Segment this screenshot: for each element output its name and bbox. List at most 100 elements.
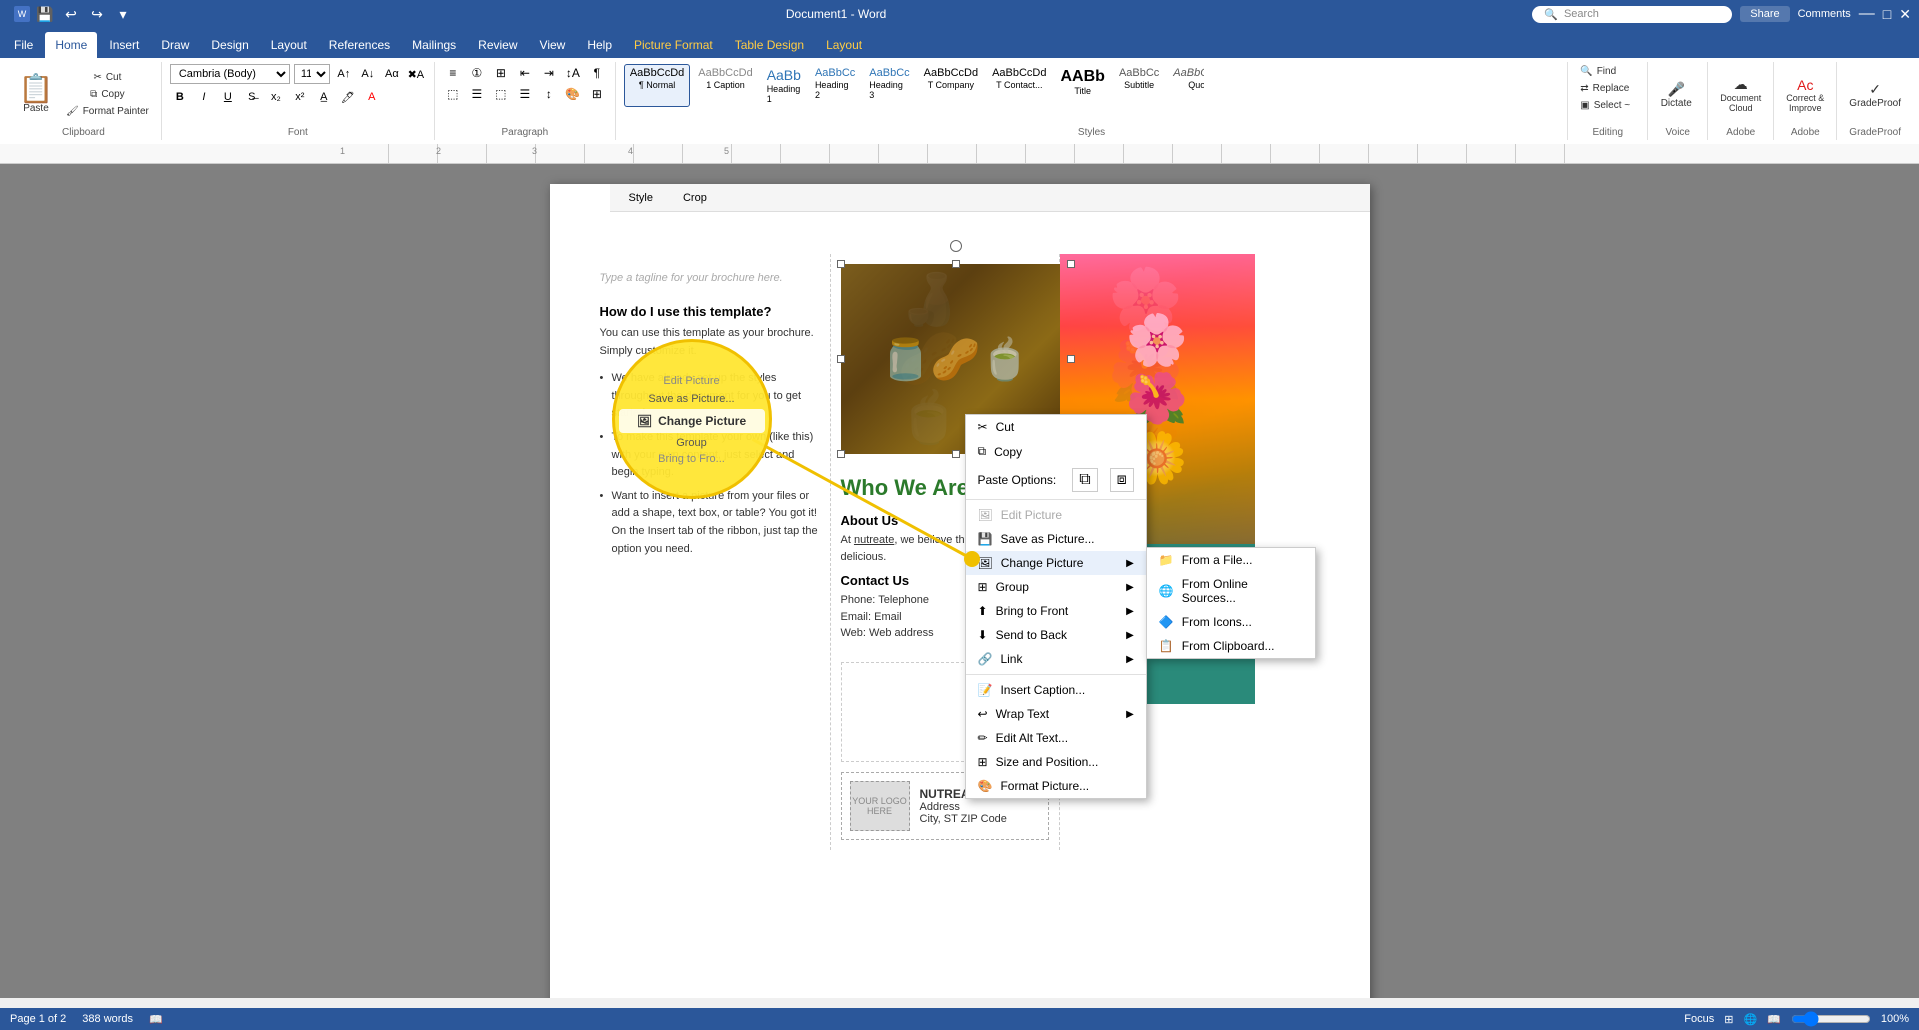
menu-send-to-back[interactable]: ⬇ Send to Back ▶ [966,623,1146,647]
comments-button[interactable]: Comments [1798,8,1851,20]
style-heading2[interactable]: AaBbCc Heading 2 [809,64,861,107]
doc-cloud-button[interactable]: ☁ DocumentCloud [1716,74,1765,115]
font-color-btn[interactable]: A [362,87,382,107]
handle-ml[interactable] [837,355,845,363]
focus-label[interactable]: Focus [1684,1013,1714,1025]
paste-option-1[interactable]: ⧉ [1072,468,1097,492]
tab-design[interactable]: Design [201,32,258,58]
rotate-handle[interactable] [950,240,962,252]
style-heading3[interactable]: AaBbCc Heading 3 [863,64,915,107]
decrease-indent-btn[interactable]: ⇤ [515,64,535,82]
style-caption[interactable]: AaBbCcDd 1 Caption [692,64,758,107]
underline-button[interactable]: U [218,87,238,107]
tab-insert[interactable]: Insert [99,32,149,58]
paste-option-2[interactable]: ⧈ [1110,468,1134,492]
handle-tm[interactable] [952,260,960,268]
crop-button[interactable]: Crop [674,188,716,208]
menu-link[interactable]: 🔗 Link ▶ [966,647,1146,671]
style-heading1[interactable]: AaBb Heading 1 [761,64,807,107]
align-right-btn[interactable]: ⬚ [491,85,511,103]
shading-btn[interactable]: 🎨 [563,85,583,103]
menu-from-file[interactable]: 📁 From a File... [1147,548,1315,572]
handle-mr[interactable] [1067,355,1075,363]
menu-from-clipboard[interactable]: 📋 From Clipboard... [1147,634,1315,658]
tab-table-design[interactable]: Table Design [725,32,814,58]
menu-bring-to-front[interactable]: ⬆ Bring to Front ▶ [966,599,1146,623]
menu-copy[interactable]: ⧉ Copy [966,439,1146,464]
share-button[interactable]: Share [1740,6,1789,22]
style-contact[interactable]: AaBbCcDd T Contact... [986,64,1052,107]
find-button[interactable]: 🔍 Find [1576,64,1620,79]
paste-button[interactable]: 📋 Paste [14,73,58,116]
text-effects-btn[interactable]: A̲ [314,87,334,107]
increase-indent-btn[interactable]: ⇥ [539,64,559,82]
format-painter-button[interactable]: 🖌 Format Painter [62,104,153,119]
increase-font-btn[interactable]: A↑ [334,64,354,84]
view-mode-web[interactable]: 🌐 [1743,1013,1757,1026]
justify-btn[interactable]: ☰ [515,85,535,103]
show-formatting-btn[interactable]: ¶ [587,64,607,82]
tab-draw[interactable]: Draw [151,32,199,58]
menu-size-position[interactable]: ⊞ Size and Position... [966,750,1146,774]
menu-insert-caption[interactable]: 📝 Insert Caption... [966,678,1146,702]
menu-group[interactable]: ⊞ Group ▶ [966,575,1146,599]
redo-btn[interactable]: ↪ [86,3,108,25]
tab-layout[interactable]: Layout [261,32,317,58]
zoom-slider[interactable] [1791,1011,1871,1027]
undo-btn[interactable]: ↩ [60,3,82,25]
menu-wrap-text[interactable]: ↩ Wrap Text ▶ [966,702,1146,726]
decrease-font-btn[interactable]: A↓ [358,64,378,84]
tab-help[interactable]: Help [577,32,622,58]
qat-more-btn[interactable]: ▾ [112,3,134,25]
search-box[interactable]: 🔍 Search [1532,6,1732,23]
view-mode-read[interactable]: 📖 [1767,1013,1781,1026]
align-left-btn[interactable]: ⬚ [443,85,463,103]
tab-layout2[interactable]: Layout [816,32,872,58]
subscript-btn[interactable]: x₂ [266,87,286,107]
change-case-btn[interactable]: Aα [382,64,402,84]
gradeproof-button[interactable]: ✓ GradeProof [1845,79,1905,111]
tab-home[interactable]: Home [45,32,97,58]
tab-picture-format[interactable]: Picture Format [624,32,723,58]
tab-review[interactable]: Review [468,32,527,58]
highlight-btn[interactable]: 🖊 [338,87,358,107]
menu-from-online[interactable]: 🌐 From Online Sources... [1147,572,1315,610]
menu-from-icons[interactable]: 🔷 From Icons... [1147,610,1315,634]
menu-format-picture[interactable]: 🎨 Format Picture... [966,774,1146,798]
replace-button[interactable]: ⇄ Replace [1576,81,1633,96]
style-subtitle[interactable]: AaBbCc Subtitle [1113,64,1165,107]
copy-button[interactable]: ⧉ Copy [62,87,153,102]
menu-save-as-picture[interactable]: 💾 Save as Picture... [966,527,1146,551]
menu-edit-alt-text[interactable]: ✏ Edit Alt Text... [966,726,1146,750]
strikethrough-btn[interactable]: S̶ [242,87,262,107]
sort-btn[interactable]: ↕A [563,64,583,82]
menu-cut[interactable]: ✂ Cut [966,415,1146,439]
italic-button[interactable]: I [194,87,214,107]
dictate-button[interactable]: 🎤 Dictate [1656,79,1696,111]
font-name-select[interactable]: Cambria (Body) [170,64,290,84]
tab-view[interactable]: View [530,32,576,58]
clear-format-btn[interactable]: ✖A [406,64,426,84]
style-company[interactable]: AaBbCcDd T Company [918,64,984,107]
multilevel-btn[interactable]: ⊞ [491,64,511,82]
borders-btn[interactable]: ⊞ [587,85,607,103]
handle-tl[interactable] [837,260,845,268]
tab-file[interactable]: File [4,32,43,58]
menu-edit-picture[interactable]: 🖼 Edit Picture [966,503,1146,527]
style-title[interactable]: AABb Title [1055,64,1111,107]
select-button[interactable]: ▣ Select ~ [1576,98,1634,113]
tab-references[interactable]: References [319,32,400,58]
view-mode-print[interactable]: ⊞ [1724,1013,1733,1026]
align-center-btn[interactable]: ☰ [467,85,487,103]
bullets-btn[interactable]: ≡ [443,64,463,82]
bold-button[interactable]: B [170,87,190,107]
menu-change-picture[interactable]: 🖼 Change Picture ▶ 📁 From a File... 🌐 Fr… [966,551,1146,575]
style-button[interactable]: Style [620,188,662,208]
maximize-button[interactable]: □ [1883,6,1891,22]
minimize-button[interactable]: — [1859,5,1875,23]
correct-improve-button[interactable]: Ac Correct &Improve [1782,75,1828,115]
style-normal[interactable]: AaBbCcDd ¶ Normal [624,64,690,107]
handle-tr[interactable] [1067,260,1075,268]
cut-button[interactable]: ✂ Cut [62,70,153,85]
autosave-toggle[interactable]: 💾 [34,3,56,25]
